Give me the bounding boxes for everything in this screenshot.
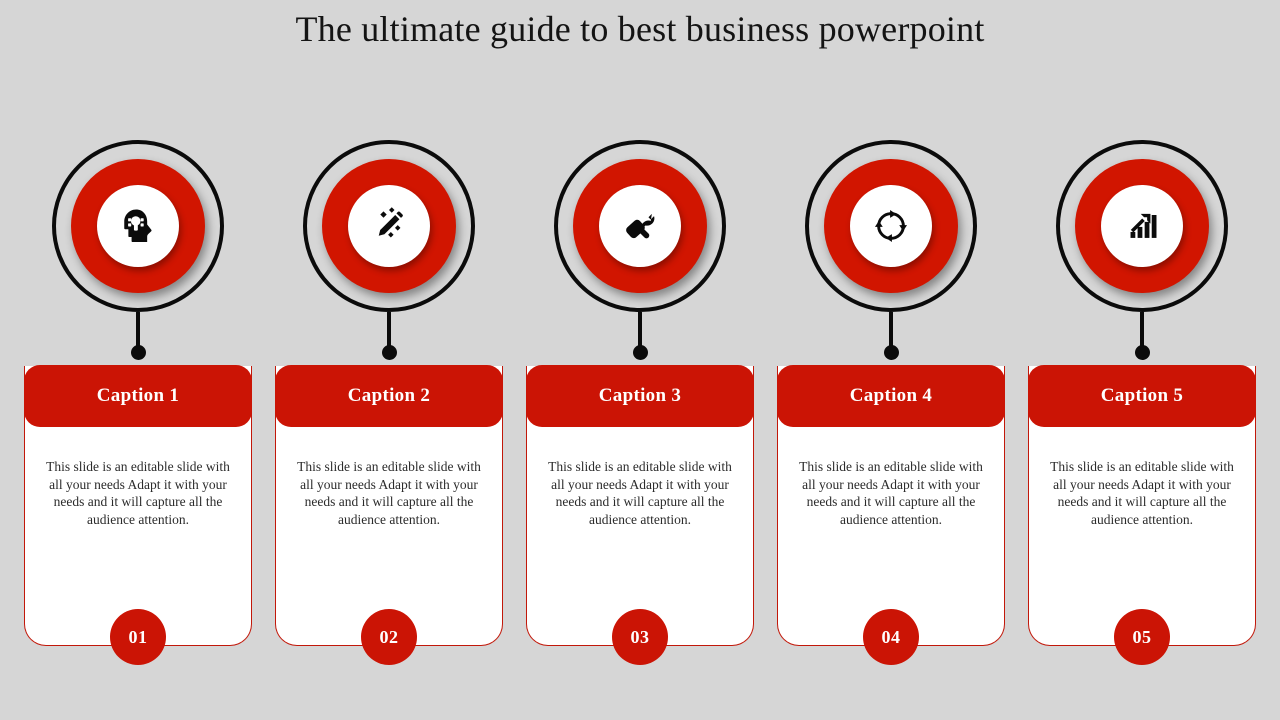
caption-card-1[interactable]: Caption 1 This slide is an editable slid… — [24, 365, 252, 665]
infographic-item-2: Caption 2 This slide is an editable slid… — [275, 140, 503, 665]
caption-label-1: Caption 1 — [96, 385, 180, 406]
badge-circle-1[interactable] — [52, 140, 224, 312]
badge-core-1 — [97, 185, 179, 267]
badge-circle-3[interactable] — [554, 140, 726, 312]
connector-dot-3 — [632, 345, 648, 360]
step-number-badge-5: 05 — [1114, 609, 1170, 665]
infographic-columns: Caption 1 This slide is an editable slid… — [24, 140, 1256, 665]
card-header-3: Caption 3 — [526, 365, 754, 427]
connector-3 — [630, 312, 650, 360]
infographic-item-3: Caption 3 This slide is an editable slid… — [526, 140, 754, 665]
card-body-4: This slide is an editable slide with all… — [799, 459, 983, 527]
connector-line-5 — [1140, 312, 1144, 347]
caption-card-3[interactable]: Caption 3 This slide is an editable slid… — [526, 365, 754, 665]
card-header-2: Caption 2 — [275, 365, 503, 427]
badge-ring-1 — [71, 159, 205, 293]
connector-dot-4 — [883, 345, 899, 360]
infographic-item-4: Caption 4 This slide is an editable slid… — [777, 140, 1005, 665]
connector-4 — [881, 312, 901, 360]
infographic-item-1: Caption 1 This slide is an editable slid… — [24, 140, 252, 665]
badge-circle-2[interactable] — [303, 140, 475, 312]
caption-label-3: Caption 3 — [598, 385, 682, 406]
connector-dot-5 — [1134, 345, 1150, 360]
connector-dot-2 — [381, 345, 397, 360]
infographic-item-5: Caption 5 This slide is an editable slid… — [1028, 140, 1256, 665]
pencil-sparkle-icon — [367, 204, 411, 248]
step-number-5: 05 — [1132, 626, 1152, 647]
caption-card-2[interactable]: Caption 2 This slide is an editable slid… — [275, 365, 503, 665]
card-header-4: Caption 4 — [777, 365, 1005, 427]
page-title: The ultimate guide to best business powe… — [295, 9, 985, 49]
connector-2 — [379, 312, 399, 360]
step-number-badge-3: 03 — [612, 609, 668, 665]
connector-line-2 — [387, 312, 391, 347]
badge-ring-2 — [322, 159, 456, 293]
badge-core-3 — [599, 185, 681, 267]
step-number-badge-2: 02 — [361, 609, 417, 665]
refresh-cycle-icon — [869, 204, 913, 248]
card-body-1: This slide is an editable slide with all… — [46, 459, 230, 527]
caption-card-5[interactable]: Caption 5 This slide is an editable slid… — [1028, 365, 1256, 665]
badge-ring-3 — [573, 159, 707, 293]
step-number-1: 01 — [128, 626, 148, 647]
card-header-1: Caption 1 — [24, 365, 252, 427]
step-number-badge-1: 01 — [110, 609, 166, 665]
head-lightbulb-icon — [116, 204, 160, 248]
caption-card-4[interactable]: Caption 4 This slide is an editable slid… — [777, 365, 1005, 665]
growth-chart-icon — [1120, 204, 1164, 248]
slide-canvas: The ultimate guide to best business powe… — [0, 0, 1280, 720]
step-number-3: 03 — [630, 626, 650, 647]
caption-label-2: Caption 2 — [347, 385, 431, 406]
badge-core-2 — [348, 185, 430, 267]
caption-label-4: Caption 4 — [849, 385, 933, 406]
badge-circle-5[interactable] — [1056, 140, 1228, 312]
connector-1 — [128, 312, 148, 360]
step-number-4: 04 — [881, 626, 901, 647]
badge-ring-4 — [824, 159, 958, 293]
wrench-tool-icon — [618, 204, 662, 248]
badge-core-5 — [1101, 185, 1183, 267]
badge-core-4 — [850, 185, 932, 267]
connector-5 — [1132, 312, 1152, 360]
step-number-2: 02 — [379, 626, 399, 647]
badge-ring-5 — [1075, 159, 1209, 293]
connector-line-3 — [638, 312, 642, 347]
connector-line-4 — [889, 312, 893, 347]
connector-line-1 — [136, 312, 140, 347]
caption-label-5: Caption 5 — [1100, 385, 1184, 406]
badge-circle-4[interactable] — [805, 140, 977, 312]
card-body-3: This slide is an editable slide with all… — [548, 459, 732, 527]
connector-dot-1 — [130, 345, 146, 360]
step-number-badge-4: 04 — [863, 609, 919, 665]
card-body-2: This slide is an editable slide with all… — [297, 459, 481, 527]
card-body-5: This slide is an editable slide with all… — [1050, 459, 1234, 527]
card-header-5: Caption 5 — [1028, 365, 1256, 427]
